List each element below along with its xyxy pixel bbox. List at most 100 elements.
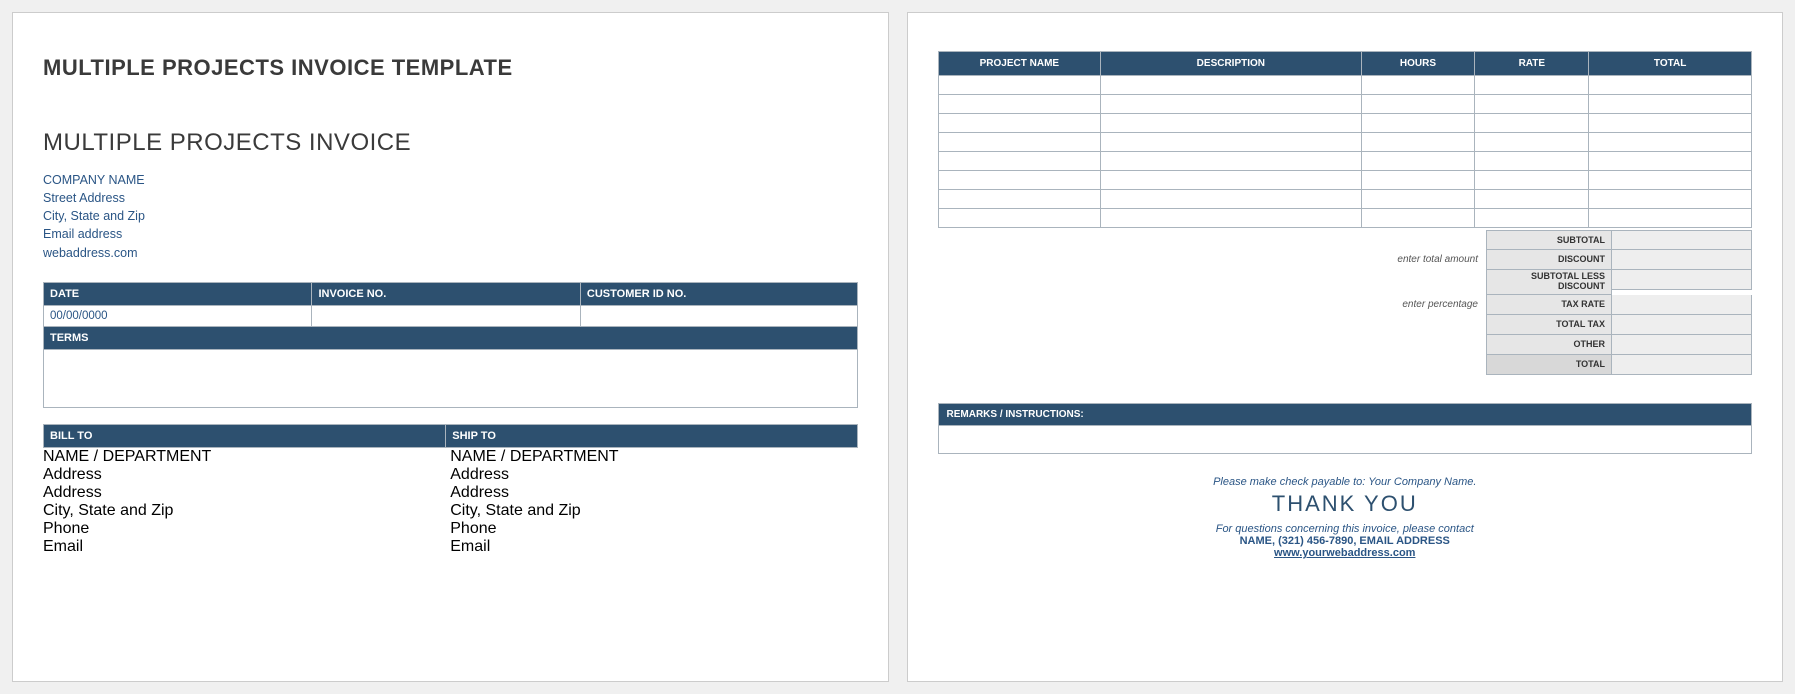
shipto-phone[interactable]: Phone bbox=[450, 520, 857, 538]
line-item-cell[interactable] bbox=[1101, 114, 1361, 133]
line-item-cell[interactable] bbox=[1361, 209, 1475, 228]
line-item-cell[interactable] bbox=[938, 209, 1101, 228]
line-item-cell[interactable] bbox=[1475, 209, 1589, 228]
remarks-body[interactable] bbox=[938, 426, 1753, 454]
contact-table: BILL TO SHIP TO bbox=[43, 424, 858, 448]
billto-email[interactable]: Email bbox=[43, 538, 450, 556]
company-info: COMPANY NAME Street Address City, State … bbox=[43, 171, 858, 262]
line-item-cell[interactable] bbox=[1101, 171, 1361, 190]
company-web: webaddress.com bbox=[43, 244, 858, 262]
line-item-cell[interactable] bbox=[1101, 209, 1361, 228]
line-item-cell[interactable] bbox=[1361, 133, 1475, 152]
line-item-row bbox=[938, 209, 1752, 228]
line-item-cell[interactable] bbox=[1589, 76, 1752, 95]
value-total-tax[interactable] bbox=[1612, 315, 1752, 335]
footer-contact: NAME, (321) 456-7890, EMAIL ADDRESS bbox=[938, 535, 1753, 547]
line-item-row bbox=[938, 171, 1752, 190]
value-subtotal-less[interactable] bbox=[1612, 270, 1752, 290]
shipto-email[interactable]: Email bbox=[450, 538, 857, 556]
line-item-row bbox=[938, 152, 1752, 171]
value-terms[interactable] bbox=[44, 349, 858, 407]
footer-web[interactable]: www.yourwebaddress.com bbox=[938, 547, 1753, 559]
line-item-cell[interactable] bbox=[1589, 95, 1752, 114]
value-subtotal[interactable] bbox=[1612, 230, 1752, 250]
line-item-row bbox=[938, 76, 1752, 95]
value-grand-total[interactable] bbox=[1612, 355, 1752, 375]
invoice-footer: Please make check payable to: Your Compa… bbox=[938, 476, 1753, 559]
billto-phone[interactable]: Phone bbox=[43, 520, 450, 538]
billto-csz[interactable]: City, State and Zip bbox=[43, 502, 450, 520]
line-item-cell[interactable] bbox=[1475, 190, 1589, 209]
line-item-cell[interactable] bbox=[938, 190, 1101, 209]
value-date[interactable]: 00/00/0000 bbox=[44, 305, 312, 326]
shipto-addr1[interactable]: Address bbox=[450, 466, 857, 484]
footer-thank-you: THANK YOU bbox=[938, 491, 1753, 517]
footer-payable: Please make check payable to: Your Compa… bbox=[938, 476, 1753, 488]
value-tax-rate[interactable] bbox=[1612, 295, 1752, 315]
line-item-cell[interactable] bbox=[938, 95, 1101, 114]
hint-percent: enter percentage bbox=[938, 295, 1487, 315]
line-item-cell[interactable] bbox=[1361, 171, 1475, 190]
billto-addr1[interactable]: Address bbox=[43, 466, 450, 484]
line-item-cell[interactable] bbox=[1475, 114, 1589, 133]
line-item-cell[interactable] bbox=[1475, 133, 1589, 152]
line-item-cell[interactable] bbox=[1589, 152, 1752, 171]
value-customer-id[interactable] bbox=[580, 305, 857, 326]
line-item-cell[interactable] bbox=[1475, 76, 1589, 95]
line-item-cell[interactable] bbox=[1475, 95, 1589, 114]
line-item-row bbox=[938, 190, 1752, 209]
label-discount: DISCOUNT bbox=[1486, 250, 1612, 270]
label-grand-total: TOTAL bbox=[1486, 355, 1612, 375]
document-title: MULTIPLE PROJECTS INVOICE bbox=[43, 129, 858, 157]
line-item-cell[interactable] bbox=[1589, 190, 1752, 209]
line-item-cell[interactable] bbox=[1589, 114, 1752, 133]
line-items-table: PROJECT NAME DESCRIPTION HOURS RATE TOTA… bbox=[938, 51, 1753, 228]
line-item-cell[interactable] bbox=[1361, 76, 1475, 95]
shipto-csz[interactable]: City, State and Zip bbox=[450, 502, 857, 520]
company-email: Email address bbox=[43, 225, 858, 243]
line-item-cell[interactable] bbox=[1475, 152, 1589, 171]
line-item-cell[interactable] bbox=[938, 171, 1101, 190]
company-street: Street Address bbox=[43, 189, 858, 207]
totals-section: SUBTOTAL enter total amount DISCOUNT SUB… bbox=[938, 230, 1753, 375]
header-customer-id: CUSTOMER ID NO. bbox=[580, 282, 857, 305]
line-item-row bbox=[938, 95, 1752, 114]
line-item-cell[interactable] bbox=[1475, 171, 1589, 190]
line-item-row bbox=[938, 114, 1752, 133]
header-bill-to: BILL TO bbox=[44, 424, 446, 447]
billto-addr2[interactable]: Address bbox=[43, 484, 450, 502]
col-total: TOTAL bbox=[1589, 52, 1752, 76]
line-item-cell[interactable] bbox=[938, 152, 1101, 171]
line-item-cell[interactable] bbox=[1589, 171, 1752, 190]
label-tax-rate: TAX RATE bbox=[1486, 295, 1612, 315]
line-item-cell[interactable] bbox=[1101, 190, 1361, 209]
line-item-cell[interactable] bbox=[938, 114, 1101, 133]
line-item-cell[interactable] bbox=[1101, 76, 1361, 95]
line-item-cell[interactable] bbox=[1361, 95, 1475, 114]
invoice-page-2: PROJECT NAME DESCRIPTION HOURS RATE TOTA… bbox=[907, 12, 1784, 682]
line-item-cell[interactable] bbox=[1101, 152, 1361, 171]
label-subtotal: SUBTOTAL bbox=[1486, 230, 1612, 250]
header-ship-to: SHIP TO bbox=[446, 424, 857, 447]
line-item-cell[interactable] bbox=[1361, 114, 1475, 133]
line-item-cell[interactable] bbox=[938, 76, 1101, 95]
value-discount[interactable] bbox=[1612, 250, 1752, 270]
line-item-cell[interactable] bbox=[1589, 209, 1752, 228]
line-item-row bbox=[938, 133, 1752, 152]
line-item-cell[interactable] bbox=[1101, 133, 1361, 152]
line-item-cell[interactable] bbox=[1589, 133, 1752, 152]
header-terms: TERMS bbox=[44, 326, 858, 349]
line-item-cell[interactable] bbox=[938, 133, 1101, 152]
footer-questions: For questions concerning this invoice, p… bbox=[938, 523, 1753, 535]
company-name: COMPANY NAME bbox=[43, 171, 858, 189]
value-invoice-no[interactable] bbox=[312, 305, 580, 326]
label-other: OTHER bbox=[1486, 335, 1612, 355]
billto-name[interactable]: NAME / DEPARTMENT bbox=[43, 448, 450, 466]
shipto-addr2[interactable]: Address bbox=[450, 484, 857, 502]
col-hours: HOURS bbox=[1361, 52, 1475, 76]
line-item-cell[interactable] bbox=[1361, 152, 1475, 171]
value-other[interactable] bbox=[1612, 335, 1752, 355]
line-item-cell[interactable] bbox=[1361, 190, 1475, 209]
line-item-cell[interactable] bbox=[1101, 95, 1361, 114]
shipto-name[interactable]: NAME / DEPARTMENT bbox=[450, 448, 857, 466]
